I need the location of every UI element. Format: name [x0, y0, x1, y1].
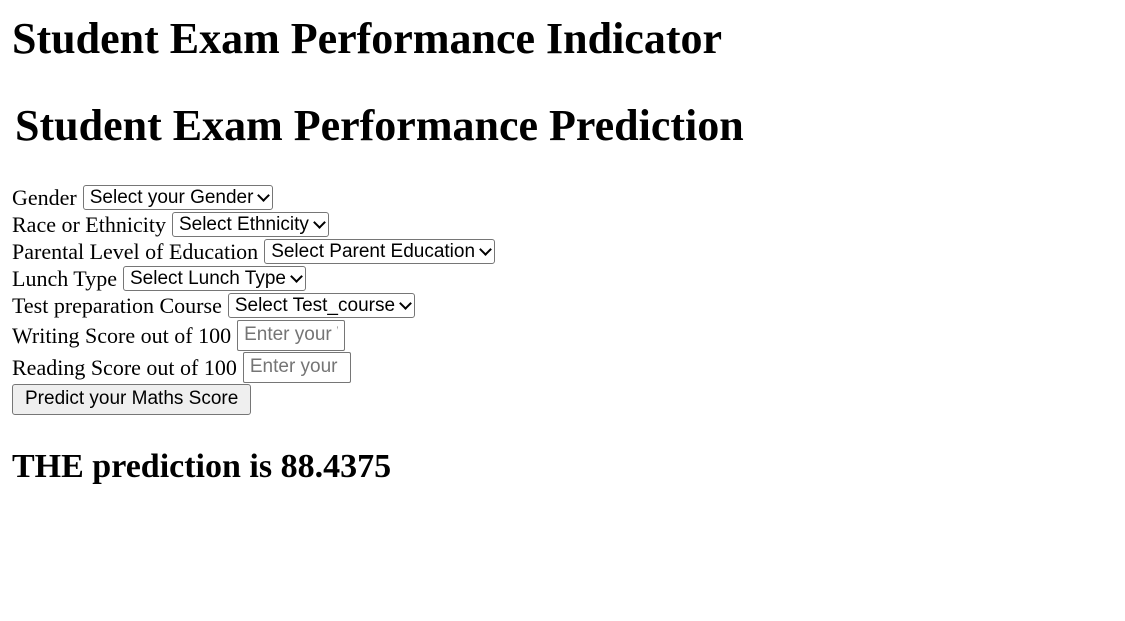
- lunch-select[interactable]: Select Lunch Type: [122, 266, 306, 291]
- ethnicity-select[interactable]: Select Ethnicity: [171, 212, 329, 237]
- parental-education-select[interactable]: Select Parent Education: [264, 239, 496, 264]
- predict-button[interactable]: Predict your Maths Score: [12, 383, 252, 415]
- gender-select[interactable]: Select your Gender: [82, 185, 274, 210]
- chevron-down-icon: [312, 215, 326, 229]
- parental-education-label: Parental Level of Education: [12, 239, 259, 264]
- test-course-label: Test preparation Course: [12, 293, 222, 318]
- test-course-row: Test preparation Course Select Test_cour…: [12, 292, 495, 319]
- prediction-form: Gender Select your Gender Race or Ethnic…: [12, 184, 496, 415]
- writing-score-input[interactable]: [237, 319, 346, 351]
- parental-education-row: Parental Level of Education Select Paren…: [12, 238, 496, 265]
- chevron-down-icon: [399, 296, 412, 310]
- writing-score-label: Writing Score out of 100: [12, 322, 232, 348]
- gender-label: Gender: [12, 185, 77, 210]
- ethnicity-select-value: Select Ethnicity: [178, 214, 309, 235]
- parental-education-select-value: Select Parent Education: [271, 241, 476, 262]
- test-course-select-value: Select Test_course: [234, 295, 396, 316]
- page-title: Student Exam Performance Indicator: [12, 14, 723, 63]
- gender-select-value: Select your Gender: [89, 187, 254, 208]
- reading-score-input[interactable]: [242, 351, 351, 383]
- test-course-select[interactable]: Select Test_course: [227, 293, 416, 318]
- chevron-down-icon: [290, 269, 303, 283]
- lunch-label: Lunch Type: [12, 266, 117, 291]
- page-subtitle: Student Exam Performance Prediction: [15, 101, 744, 150]
- writing-score-row: Writing Score out of 100: [12, 319, 495, 351]
- gender-row: Gender Select your Gender: [12, 184, 495, 211]
- submit-row: Predict your Maths Score: [12, 383, 495, 415]
- reading-score-row: Reading Score out of 100: [12, 351, 495, 383]
- page: Student Exam Performance Indicator Stude…: [0, 0, 1125, 621]
- ethnicity-label: Race or Ethnicity: [12, 212, 166, 237]
- reading-score-label: Reading Score out of 100: [12, 354, 237, 380]
- lunch-row: Lunch Type Select Lunch Type: [12, 265, 495, 292]
- prediction-result: THE prediction is 88.4375: [12, 448, 392, 485]
- chevron-down-icon: [257, 188, 271, 202]
- chevron-down-icon: [479, 242, 492, 256]
- ethnicity-row: Race or Ethnicity Select Ethnicity: [12, 211, 495, 238]
- lunch-select-value: Select Lunch Type: [129, 268, 286, 289]
